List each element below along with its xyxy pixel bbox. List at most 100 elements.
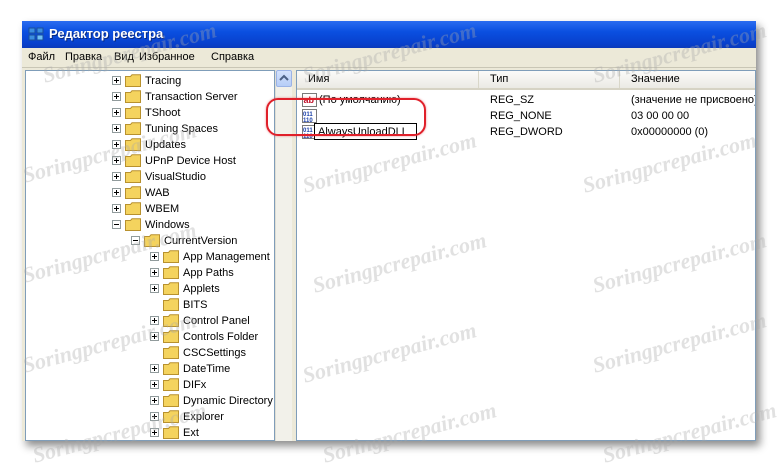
folder-icon	[125, 138, 141, 151]
folder-icon	[163, 282, 179, 295]
menu-view[interactable]: Вид	[114, 51, 134, 63]
tree-item-label: Windows	[145, 219, 190, 231]
expand-icon[interactable]	[112, 108, 121, 117]
expand-icon[interactable]	[112, 156, 121, 165]
string-value-icon: ab	[302, 93, 317, 107]
tree-item-label: Tracing	[145, 75, 182, 87]
collapse-icon[interactable]	[131, 236, 140, 245]
tree-item-label: VisualStudio	[145, 171, 206, 183]
folder-icon	[125, 218, 141, 231]
tree-item-label: App Paths	[183, 267, 234, 279]
window-title: Редактор реестра	[49, 26, 164, 41]
column-value-header[interactable]: Значение	[620, 71, 755, 88]
tree-item-label: BITS	[183, 299, 208, 311]
folder-icon	[125, 106, 141, 119]
menu-file[interactable]: Файл	[28, 51, 55, 63]
tree-item-label: Applets	[183, 283, 220, 295]
folder-icon	[163, 298, 179, 311]
tree-item-label: UPnP Device Host	[145, 155, 236, 167]
list-header: Имя Тип Значение	[297, 71, 755, 90]
expand-icon[interactable]	[112, 76, 121, 85]
table-row[interactable]: ab (По умолчанию) REG_SZ (значение не пр…	[297, 92, 755, 108]
folder-icon	[163, 250, 179, 263]
tree-item-label: TShoot	[145, 107, 181, 119]
tree-item-label: Updates	[145, 139, 186, 151]
folder-icon	[163, 410, 179, 423]
folder-icon	[125, 122, 141, 135]
title-bar[interactable]: Редактор реестра	[22, 21, 756, 48]
tree-item-label: WAB	[145, 187, 170, 199]
value-data: 03 00 00 00	[631, 110, 690, 122]
expand-icon[interactable]	[150, 412, 159, 421]
expand-icon[interactable]	[112, 172, 121, 181]
expand-icon[interactable]	[112, 140, 121, 149]
table-row[interactable]: 011 110 REG_NONE 03 00 00 00	[297, 108, 755, 124]
tree-item-label: DateTime	[183, 363, 231, 375]
tree-item-label: CurrentVersion	[164, 235, 238, 247]
folder-icon	[125, 170, 141, 183]
tree-item-label: Transaction Server	[145, 91, 238, 103]
tree-item-label: Dynamic Directory	[183, 395, 273, 407]
value-type: REG_NONE	[490, 110, 552, 122]
value-type: REG_SZ	[490, 94, 535, 106]
column-name-header[interactable]: Имя	[297, 71, 479, 88]
rename-value-input[interactable]	[314, 123, 417, 140]
tree-item-label: App Management	[183, 251, 270, 263]
registry-editor-window: Редактор реестра Файл Правка Вид Избранн…	[22, 21, 756, 441]
folder-icon	[163, 362, 179, 375]
expand-icon[interactable]	[150, 268, 159, 277]
values-list[interactable]: Имя Тип Значение ab (По умолчанию) REG_S…	[296, 70, 756, 441]
folder-icon	[125, 202, 141, 215]
svg-text:ab: ab	[304, 95, 315, 105]
menu-bar: Файл Правка Вид Избранное Справка	[22, 48, 756, 68]
tree-item-label: Ext	[183, 427, 199, 439]
folder-icon	[163, 314, 179, 327]
value-type: REG_DWORD	[490, 126, 563, 138]
tree-item-label: Controls Folder	[183, 331, 259, 343]
menu-edit[interactable]: Правка	[65, 51, 102, 63]
arrow-up-icon	[279, 74, 289, 81]
expand-icon[interactable]	[150, 332, 159, 341]
expand-icon[interactable]	[150, 428, 159, 437]
column-type-header[interactable]: Тип	[479, 71, 620, 88]
pane-area: Tracing Transaction Server TShoot Tuning Sp…	[25, 70, 756, 441]
tree-item-label: Explorer	[183, 411, 224, 423]
collapse-icon[interactable]	[112, 220, 121, 229]
menu-help[interactable]: Справка	[211, 51, 254, 63]
tree-item-label: DIFx	[183, 379, 207, 391]
folder-icon	[125, 74, 141, 87]
folder-icon	[163, 330, 179, 343]
expand-icon[interactable]	[150, 284, 159, 293]
tree-item-label: CSCSettings	[183, 347, 246, 359]
expand-icon[interactable]	[150, 252, 159, 261]
folder-icon	[163, 266, 179, 279]
folder-icon	[144, 234, 160, 247]
binary-value-icon: 011 110	[302, 109, 317, 123]
folder-icon	[163, 394, 179, 407]
value-data: 0x00000000 (0)	[631, 126, 709, 138]
table-row[interactable]: 011 110 REG_DWORD 0x00000000 (0)	[297, 123, 755, 140]
expand-icon[interactable]	[150, 316, 159, 325]
svg-text:110: 110	[303, 134, 313, 139]
registry-tree[interactable]: Tracing Transaction Server TShoot Tuning Sp…	[25, 70, 275, 441]
value-name: (По умолчанию)	[319, 94, 401, 106]
registry-editor-icon	[28, 27, 44, 41]
tree-scrollbar[interactable]	[275, 70, 292, 441]
folder-icon	[125, 186, 141, 199]
expand-icon[interactable]	[150, 364, 159, 373]
expand-icon[interactable]	[150, 396, 159, 405]
menu-favorites[interactable]: Избранное	[139, 51, 195, 63]
folder-icon	[163, 346, 179, 359]
folder-icon	[163, 426, 179, 439]
expand-icon[interactable]	[112, 204, 121, 213]
tree-item-label: Tuning Spaces	[145, 123, 218, 135]
svg-text:110: 110	[303, 118, 313, 123]
expand-icon[interactable]	[112, 92, 121, 101]
folder-icon	[125, 154, 141, 167]
folder-icon	[163, 378, 179, 391]
tree-item-label: WBEM	[145, 203, 180, 215]
expand-icon[interactable]	[150, 380, 159, 389]
scroll-up-button[interactable]	[276, 70, 292, 87]
expand-icon[interactable]	[112, 124, 121, 133]
expand-icon[interactable]	[112, 188, 121, 197]
